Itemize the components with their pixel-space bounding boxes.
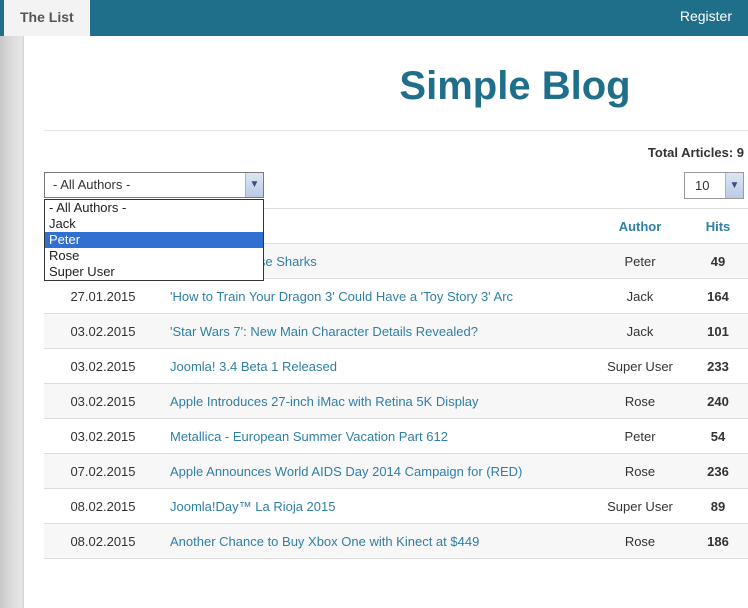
article-date: 27.01.2015 bbox=[44, 278, 162, 314]
article-date: 03.02.2015 bbox=[44, 313, 162, 349]
article-author: Jack bbox=[592, 313, 688, 349]
article-hits: 233 bbox=[688, 348, 748, 384]
article-hits: 49 bbox=[688, 243, 748, 279]
dropdown-option-all-authors[interactable]: - All Authors - bbox=[45, 200, 263, 216]
table-row: 03.02.2015 'Star Wars 7': New Main Chara… bbox=[44, 313, 748, 349]
article-title-link[interactable]: Apple Introduces 27-inch iMac with Retin… bbox=[170, 394, 479, 409]
table-row: 03.02.2015 Apple Introduces 27-inch iMac… bbox=[44, 383, 748, 419]
author-dropdown-list: - All Authors - Jack Peter Rose Super Us… bbox=[44, 199, 264, 281]
total-articles-count: Total Articles: 9 bbox=[647, 145, 744, 160]
article-author: Super User bbox=[592, 488, 688, 524]
article-date: 03.02.2015 bbox=[44, 348, 162, 384]
table-row: 27.01.2015 'How to Train Your Dragon 3' … bbox=[44, 278, 748, 314]
table-row: 08.02.2015 Joomla!Day™ La Rioja 2015 Sup… bbox=[44, 488, 748, 524]
article-hits: 236 bbox=[688, 453, 748, 489]
table-row: 03.02.2015 Metallica - European Summer V… bbox=[44, 418, 748, 454]
table-row: 03.02.2015 Joomla! 3.4 Beta 1 Released S… bbox=[44, 348, 748, 384]
article-title-link[interactable]: Metallica - European Summer Vacation Par… bbox=[170, 429, 448, 444]
article-title-link[interactable]: 'How to Train Your Dragon 3' Could Have … bbox=[170, 289, 513, 304]
article-title-link[interactable]: 'Star Wars 7': New Main Character Detail… bbox=[170, 324, 478, 339]
dropdown-option-jack[interactable]: Jack bbox=[45, 216, 263, 232]
column-header-author[interactable]: Author bbox=[592, 208, 688, 244]
top-navbar: The List Register bbox=[0, 0, 748, 36]
article-author: Rose bbox=[592, 383, 688, 419]
article-author: Peter bbox=[592, 243, 688, 279]
article-date: 07.02.2015 bbox=[44, 453, 162, 489]
list-limit-value: 10 bbox=[695, 178, 710, 193]
article-hits: 54 bbox=[688, 418, 748, 454]
divider bbox=[44, 130, 748, 131]
article-hits: 89 bbox=[688, 488, 748, 524]
page-title: Simple Blog bbox=[399, 64, 631, 108]
chevron-down-icon[interactable]: ▼ bbox=[245, 173, 263, 197]
author-filter-select[interactable]: - All Authors - ▼ bbox=[44, 172, 264, 198]
article-title-link[interactable]: Joomla!Day™ La Rioja 2015 bbox=[170, 499, 335, 514]
dropdown-option-rose[interactable]: Rose bbox=[45, 248, 263, 264]
article-title-link[interactable]: Apple Announces World AIDS Day 2014 Camp… bbox=[170, 464, 522, 479]
article-title-link[interactable]: Joomla! 3.4 Beta 1 Released bbox=[170, 359, 337, 374]
article-date: 08.02.2015 bbox=[44, 488, 162, 524]
article-date: 03.02.2015 bbox=[44, 418, 162, 454]
list-limit-select[interactable]: 10 ▼ bbox=[684, 172, 744, 199]
chevron-down-icon[interactable]: ▼ bbox=[725, 173, 743, 198]
article-hits: 186 bbox=[688, 523, 748, 559]
article-author: Rose bbox=[592, 523, 688, 559]
article-author: Peter bbox=[592, 418, 688, 454]
article-hits: 101 bbox=[688, 313, 748, 349]
side-strip bbox=[0, 36, 24, 608]
table-row: 07.02.2015 Apple Announces World AIDS Da… bbox=[44, 453, 748, 489]
article-title-link[interactable]: Another Chance to Buy Xbox One with Kine… bbox=[170, 534, 479, 549]
author-filter-value: - All Authors - bbox=[53, 177, 131, 192]
article-date: 03.02.2015 bbox=[44, 383, 162, 419]
dropdown-option-super-user[interactable]: Super User bbox=[45, 264, 263, 280]
article-hits: 240 bbox=[688, 383, 748, 419]
article-author: Rose bbox=[592, 453, 688, 489]
dropdown-option-peter[interactable]: Peter bbox=[45, 232, 263, 248]
column-header-hits[interactable]: Hits bbox=[688, 208, 748, 244]
article-date: 08.02.2015 bbox=[44, 523, 162, 559]
article-hits: 164 bbox=[688, 278, 748, 314]
register-link[interactable]: Register bbox=[680, 0, 732, 32]
table-row: 08.02.2015 Another Chance to Buy Xbox On… bbox=[44, 523, 748, 559]
article-author: Jack bbox=[592, 278, 688, 314]
tab-the-list[interactable]: The List bbox=[4, 0, 90, 36]
article-author: Super User bbox=[592, 348, 688, 384]
